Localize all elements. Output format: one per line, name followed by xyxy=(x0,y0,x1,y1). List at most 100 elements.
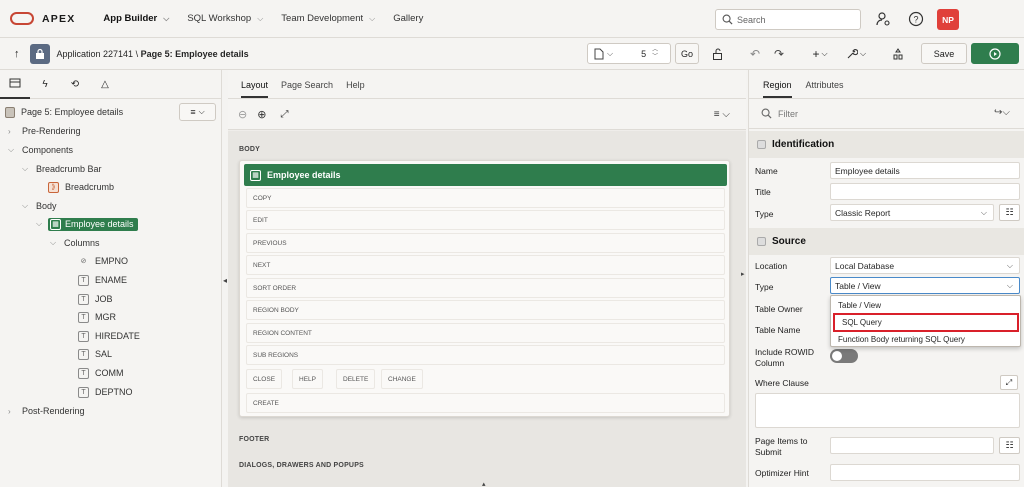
tree-label: Breadcrumb xyxy=(65,182,115,192)
slot-previous[interactable]: PREVIOUS xyxy=(246,233,725,253)
avatar[interactable]: NP xyxy=(937,9,959,30)
body-label: BODY xyxy=(239,146,261,153)
slot-edit[interactable]: EDIT xyxy=(246,210,725,230)
slot-delete[interactable]: DELETE xyxy=(336,369,376,389)
option-table-view[interactable]: Table / View xyxy=(831,297,1020,313)
where-clause-textarea[interactable] xyxy=(755,393,1020,428)
slot-help[interactable]: HELP xyxy=(292,369,323,389)
tree-label: MGR xyxy=(95,312,116,322)
tree-components[interactable]: ⌵ Components xyxy=(8,142,73,158)
filter-input[interactable]: Filter xyxy=(778,109,798,119)
page-lock-icon[interactable] xyxy=(29,43,50,64)
nav-team-development[interactable]: Team Development ⌵ xyxy=(281,13,375,24)
slot-close[interactable]: CLOSE xyxy=(246,369,283,389)
region-header[interactable]: ▦ Employee details xyxy=(244,164,727,186)
page-items-field[interactable] xyxy=(830,437,994,454)
nav-gallery[interactable]: Gallery xyxy=(393,13,423,24)
tree-pre-rendering[interactable]: › Pre-Rendering xyxy=(8,123,81,139)
tab-page-search[interactable]: Page Search xyxy=(281,80,333,98)
apex-logo[interactable]: APEX xyxy=(10,12,75,25)
unlock-icon[interactable] xyxy=(705,43,731,64)
left-splitter-handle[interactable]: ◂ xyxy=(223,276,227,285)
utilities-menu-button[interactable]: ⌵ xyxy=(842,43,870,64)
processing-icon: ⟲ xyxy=(70,78,80,90)
tree-page-node[interactable]: Page 5: Employee details xyxy=(5,104,123,120)
expand-icon[interactable]: ⤢ xyxy=(280,109,288,120)
save-button[interactable]: Save xyxy=(921,43,967,64)
section-source[interactable]: Source xyxy=(749,228,1024,255)
tree-column-hiredate[interactable]: T HIREDATE xyxy=(78,328,140,344)
optimizer-hint-field[interactable] xyxy=(830,464,1020,481)
tab-attributes[interactable]: Attributes xyxy=(806,80,844,98)
breadcrumb-application[interactable]: Application 227141 xyxy=(57,49,134,59)
slot-region-body[interactable]: REGION BODY xyxy=(246,300,725,320)
tree-column-deptno[interactable]: T DEPTNO xyxy=(78,384,133,400)
breadcrumb-page: Page 5: Employee details xyxy=(140,48,249,59)
tree-body[interactable]: ⌵ Body xyxy=(22,198,57,214)
layout-menu-icon[interactable]: ≡ ⌵ xyxy=(714,109,730,120)
name-field[interactable]: Employee details xyxy=(830,162,1020,179)
tree-column-job[interactable]: T JOB xyxy=(78,291,113,307)
page-items-list-button[interactable]: ☷ xyxy=(999,437,1020,454)
tab-processing[interactable]: ⟲ xyxy=(60,79,90,90)
tree-column-empno[interactable]: ⊘ EMPNO xyxy=(78,253,128,269)
option-sql-query[interactable]: SQL Query xyxy=(833,313,1019,332)
tree-employee-details[interactable]: ⌵ ▦ Employee details xyxy=(36,216,138,232)
tab-dynamic-actions[interactable]: ϟ xyxy=(30,79,60,90)
tree-columns[interactable]: ⌵ Columns xyxy=(50,235,100,251)
run-button[interactable] xyxy=(971,43,1019,64)
undo-icon[interactable]: ↶ xyxy=(745,43,765,64)
chevron-down-icon: ⌵ xyxy=(1006,281,1013,290)
tree-breadcrumb[interactable]: ⟫ Breadcrumb xyxy=(48,179,114,195)
tree-menu-button[interactable]: ≡ ⌵ xyxy=(179,103,216,121)
slot-sort-order[interactable]: SORT ORDER xyxy=(246,278,725,298)
right-splitter-handle[interactable]: ▸ xyxy=(741,270,745,278)
section-identification[interactable]: Identification xyxy=(749,131,1024,158)
slot-change[interactable]: CHANGE xyxy=(381,369,423,389)
location-select[interactable]: Local Database ⌵ xyxy=(830,257,1020,274)
slot-next[interactable]: NEXT xyxy=(246,255,725,275)
shared-components-icon[interactable] xyxy=(888,43,908,64)
zoom-in-icon[interactable]: ⊕ xyxy=(257,108,266,121)
up-arrow-icon[interactable]: ↑ xyxy=(14,48,20,60)
create-menu-button[interactable]: + ⌵ xyxy=(806,43,834,64)
slot-sub-regions[interactable]: SUB REGIONS xyxy=(246,345,725,365)
redo-icon[interactable]: ↷ xyxy=(769,43,789,64)
region-employee-details[interactable]: ▦ Employee details COPY EDIT PREVIOUS NE… xyxy=(239,160,730,417)
page-number-input[interactable]: ⌵ 5 ︿ ﹀ xyxy=(587,43,671,64)
bottom-splitter-handle[interactable]: ▴ xyxy=(482,480,486,487)
stepper-icon[interactable]: ︿ ﹀ xyxy=(652,47,658,61)
help-icon[interactable]: ? xyxy=(908,11,924,27)
list-options-button[interactable]: ☷ xyxy=(999,204,1020,221)
region-type-select[interactable]: Classic Report ⌵ xyxy=(830,204,994,221)
user-settings-icon[interactable] xyxy=(875,11,891,27)
code-editor-button[interactable]: ⤢ xyxy=(1000,375,1018,390)
tab-region[interactable]: Region xyxy=(763,80,792,98)
tree-post-rendering[interactable]: › Post-Rendering xyxy=(8,403,85,419)
option-function-body[interactable]: Function Body returning SQL Query xyxy=(831,331,1020,347)
tree-breadcrumb-bar[interactable]: ⌵ Breadcrumb Bar xyxy=(22,161,102,177)
tab-layout[interactable]: Layout xyxy=(241,80,269,98)
tab-help[interactable]: Help xyxy=(346,80,365,98)
include-rowid-toggle[interactable] xyxy=(830,349,858,363)
optimizer-hint-label: Optimizer Hint xyxy=(755,468,809,478)
tree-column-mgr[interactable]: T MGR xyxy=(78,309,116,325)
tab-shared-components[interactable]: △ xyxy=(90,79,120,90)
slot-create[interactable]: CREATE xyxy=(246,393,725,413)
nav-app-builder[interactable]: App Builder ⌵ xyxy=(103,13,169,24)
source-type-select[interactable]: Table / View ⌵ xyxy=(830,277,1020,294)
go-to-group-icon[interactable]: ↪⌵ xyxy=(994,107,1010,118)
tree-column-sal[interactable]: T SAL xyxy=(78,346,112,362)
title-field[interactable] xyxy=(830,183,1020,200)
slot-copy[interactable]: COPY xyxy=(246,188,725,208)
tree-column-ename[interactable]: T ENAME xyxy=(78,272,127,288)
tab-rendering[interactable] xyxy=(0,70,30,99)
tree-column-comm[interactable]: T COMM xyxy=(78,365,124,381)
slot-region-content[interactable]: REGION CONTENT xyxy=(246,323,725,343)
nav-sql-workshop[interactable]: SQL Workshop ⌵ xyxy=(187,13,263,24)
chevron-right-icon: › xyxy=(8,126,11,136)
search-input[interactable]: Search xyxy=(715,9,861,30)
zoom-out-icon[interactable]: ⊖ xyxy=(238,108,247,121)
go-button[interactable]: Go xyxy=(675,43,699,64)
tree-label: COMM xyxy=(95,368,124,378)
